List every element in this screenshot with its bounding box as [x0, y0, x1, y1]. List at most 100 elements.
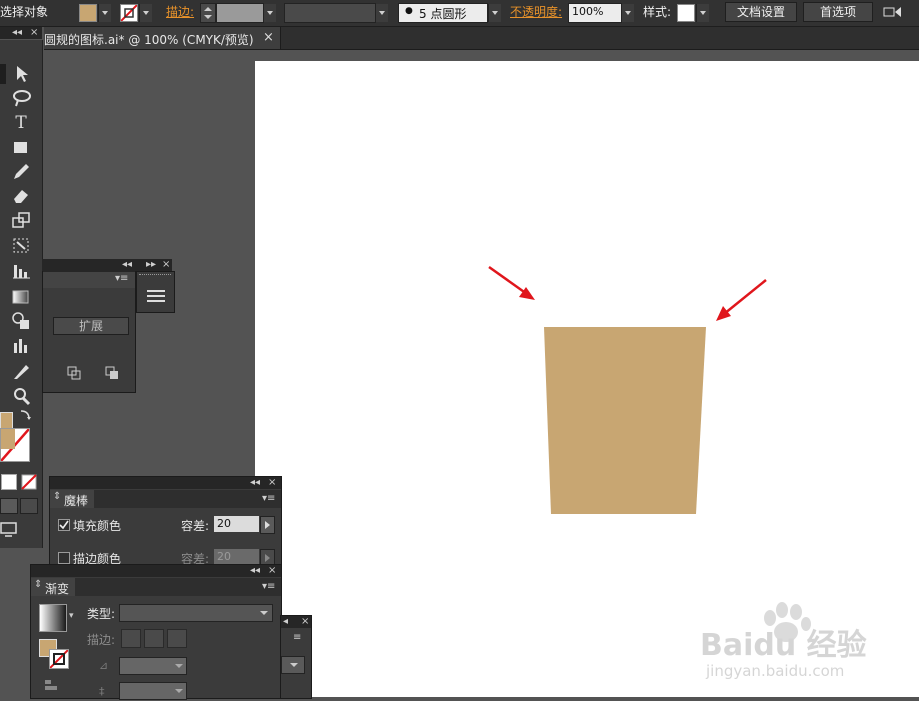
gradient-stroke-across-icon[interactable]: [167, 629, 187, 648]
selection-tool-active[interactable]: [0, 64, 6, 84]
pathfinder-header-bar[interactable]: ◂◂ ▸▸ ×: [42, 259, 172, 271]
pathfinder-menu-icon[interactable]: ▾≡: [115, 273, 128, 285]
magic-wand-close-icon[interactable]: ×: [268, 477, 276, 489]
tab-gradient[interactable]: ⇕ 渐变: [31, 578, 75, 596]
stroke-weight-input[interactable]: [216, 3, 264, 23]
partial-panel-menu-icon[interactable]: ≡: [293, 632, 301, 644]
variable-width-dropdown-arrow[interactable]: [375, 4, 388, 22]
partial-panel-header[interactable]: ◂ ×: [281, 616, 311, 628]
pathfinder-divide-icon[interactable]: [67, 366, 81, 380]
fill-tolerance-slider-arrow[interactable]: [260, 516, 275, 534]
document-setup-button[interactable]: 文档设置: [725, 2, 797, 22]
stroke-none-swatch[interactable]: [120, 4, 138, 22]
color-mode-icon[interactable]: [1, 474, 17, 490]
fill-dropdown-arrow[interactable]: [98, 4, 111, 22]
toolbox-collapse-icon[interactable]: ◂◂: [12, 27, 22, 39]
gradient-stroke-label: 描边:: [87, 633, 116, 647]
style-dropdown-arrow[interactable]: [696, 4, 709, 22]
toolbox-header[interactable]: ◂◂ ×: [0, 27, 42, 39]
variable-width-dropdown[interactable]: [284, 3, 376, 23]
artboard-canvas[interactable]: [255, 61, 919, 697]
gradient-type-dropdown-arrow[interactable]: [258, 605, 270, 620]
partial-panel-close-icon[interactable]: ×: [301, 616, 309, 628]
artboard[interactable]: Baidu 经验 jingyan.baidu.com: [255, 61, 919, 697]
magic-wand-panel-header[interactable]: ◂◂ ×: [50, 477, 281, 489]
brush-definition-dropdown[interactable]: ● 5 点圆形: [398, 3, 488, 23]
gradient-preview-dropdown-icon[interactable]: ▾: [69, 611, 74, 621]
gradient-collapse-icon[interactable]: ◂◂: [250, 565, 260, 577]
gradient-tool-icon[interactable]: [11, 287, 31, 307]
gradient-stroke-within-icon[interactable]: [121, 629, 141, 648]
graph-tool-icon[interactable]: [11, 261, 33, 281]
gradient-aspect-dropdown-arrow[interactable]: [173, 683, 185, 698]
document-tab-bar: 圆规的图标.ai* @ 100% (CMYK/预览) ×: [44, 27, 919, 50]
gradient-tab-strip: ⇕ 渐变 ▾≡: [31, 578, 281, 596]
partial-panel-dropdown[interactable]: [281, 656, 305, 674]
stroke-tolerance-input[interactable]: 20: [214, 549, 259, 565]
pathfinder-collapse-icon[interactable]: ◂◂: [122, 259, 132, 271]
baidu-watermark: Baidu 经验 jingyan.baidu.com: [700, 602, 912, 686]
gradient-type-label: 类型:: [87, 607, 116, 621]
swap-fill-stroke-icon[interactable]: [18, 408, 32, 422]
preferences-button[interactable]: 首选项: [803, 2, 873, 22]
gradient-panel-header[interactable]: ◂◂ ×: [31, 565, 281, 577]
dock-grip[interactable]: [139, 274, 171, 279]
pathfinder-crop-icon[interactable]: [105, 366, 119, 380]
gradient-preview-swatch[interactable]: [39, 604, 67, 632]
partial-panel: ◂ × ≡: [280, 615, 312, 699]
document-tab[interactable]: 圆规的图标.ai* @ 100% (CMYK/预览) ×: [44, 27, 281, 49]
opacity-label[interactable]: 不透明度:: [510, 0, 562, 24]
partial-panel-collapse-icon[interactable]: ◂: [283, 616, 288, 628]
arrange-documents-icon[interactable]: [883, 4, 903, 20]
tab-magic-wand[interactable]: ⇕ 魔棒: [50, 490, 94, 508]
zoom-tool-icon[interactable]: [11, 386, 33, 406]
stroke-color-checkbox[interactable]: [58, 552, 70, 564]
style-swatch[interactable]: [677, 4, 695, 22]
draw-normal-icon[interactable]: [0, 498, 18, 514]
stroke-color-box[interactable]: [0, 428, 30, 462]
brush-dropdown-arrow[interactable]: [488, 4, 501, 22]
panel-menu-icon[interactable]: [146, 288, 166, 304]
free-transform-tool-icon[interactable]: [11, 236, 33, 256]
pathfinder-close-icon[interactable]: ×: [162, 259, 170, 271]
rectangle-tool-icon[interactable]: [12, 139, 30, 157]
stroke-weight-dropdown-arrow[interactable]: [263, 4, 276, 22]
brush-dot-icon: ●: [405, 6, 413, 16]
opacity-dropdown-arrow[interactable]: [621, 4, 634, 22]
column-graph-tool-icon[interactable]: [11, 336, 33, 356]
stroke-weight-stepper[interactable]: [200, 3, 216, 23]
eraser-tool-icon[interactable]: [11, 186, 31, 206]
magic-wand-collapse-icon[interactable]: ◂◂: [250, 477, 260, 489]
direct-selection-tool-icon[interactable]: [12, 64, 32, 84]
expand-button[interactable]: 扩展: [53, 317, 129, 335]
arrow-right-icon: [716, 279, 767, 321]
gradient-menu-icon[interactable]: ▾≡: [262, 581, 275, 593]
opacity-input[interactable]: 100%: [568, 3, 622, 23]
type-tool-icon[interactable]: T: [9, 113, 33, 133]
gradient-close-icon[interactable]: ×: [268, 565, 276, 577]
draw-behind-icon[interactable]: [20, 498, 38, 514]
toolbox: T: [0, 40, 43, 548]
document-tab-close-icon[interactable]: ×: [263, 30, 274, 45]
stroke-dropdown-arrow[interactable]: [139, 4, 152, 22]
fill-swatch[interactable]: [79, 4, 97, 22]
pathfinder-expand-icon[interactable]: ▸▸: [146, 259, 156, 271]
toolbox-close-icon[interactable]: ×: [30, 27, 38, 39]
pencil-tool-icon[interactable]: [11, 162, 31, 182]
slice-tool-icon[interactable]: [11, 362, 33, 382]
gradient-stroke-swatch[interactable]: [49, 649, 69, 669]
scale-tool-icon[interactable]: [11, 211, 33, 231]
fill-tolerance-input[interactable]: 20: [214, 516, 259, 532]
screen-mode-icon[interactable]: [0, 522, 18, 538]
gradient-type-dropdown[interactable]: [119, 604, 273, 622]
stroke-weight-label[interactable]: 描边:: [166, 0, 194, 24]
gradient-reverse-icon[interactable]: [43, 677, 61, 693]
gradient-stroke-along-icon[interactable]: [144, 629, 164, 648]
magic-wand-menu-icon[interactable]: ▾≡: [262, 493, 275, 505]
lasso-tool-icon[interactable]: [10, 88, 32, 108]
fill-color-checkbox[interactable]: [58, 519, 70, 531]
gradient-angle-dropdown-arrow[interactable]: [173, 658, 185, 673]
shape-builder-tool-icon[interactable]: [11, 311, 33, 331]
cup-shape: [544, 327, 706, 514]
none-mode-icon[interactable]: [21, 474, 37, 490]
